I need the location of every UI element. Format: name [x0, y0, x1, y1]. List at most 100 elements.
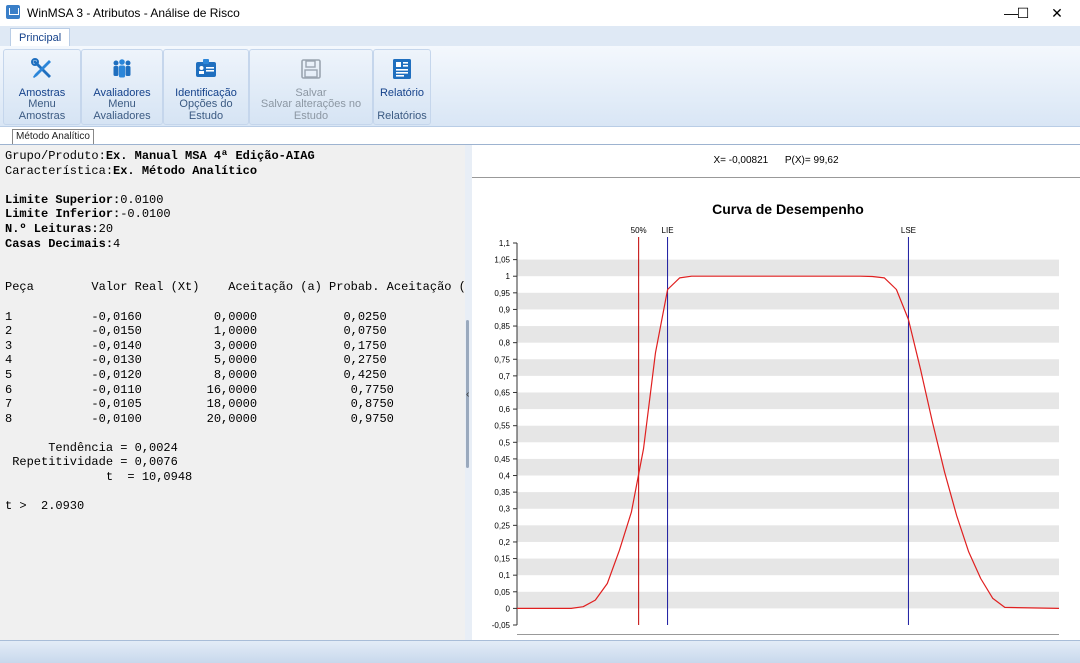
y-tick-label: 1,1	[499, 239, 511, 248]
limite-inferior-value: -0.0100	[120, 207, 171, 222]
casas-decimais-label: Casas Decimais:	[5, 236, 114, 251]
t-critical-line: t > 2.0930	[5, 499, 85, 514]
y-tick-label: 1,05	[494, 256, 510, 265]
y-tick-label: 0,15	[494, 555, 510, 564]
chart-pane: X= -0,00821 P(X)= 99,62 Curva de Desempe…	[472, 145, 1080, 640]
grid-band	[517, 525, 1059, 542]
y-tick-label: 0,75	[494, 355, 510, 364]
grid-band	[517, 458, 1059, 476]
grid-band	[517, 392, 1059, 410]
relatorio-label: Relatório	[379, 87, 425, 99]
ribbon-tabstrip: Principal	[0, 26, 1080, 47]
y-tick-label: 0,3	[499, 505, 511, 514]
limite-superior-label: Limite Superior:	[5, 192, 121, 207]
report-text: Grupo/Produto:Ex. Manual MSA 4ª Edição-A…	[5, 149, 502, 514]
group-label-salvar: Salvar alterações no Estudo	[260, 98, 362, 122]
collapse-arrow-icon[interactable]: ‹	[466, 389, 469, 400]
table-row: 4 -0,0130 5,0000 0,2750	[5, 353, 387, 368]
y-tick-label: 0,05	[494, 588, 510, 597]
tendencia-line: Tendência = 0,0024	[5, 440, 178, 455]
relatorio-button[interactable]: Relatório	[374, 52, 430, 102]
y-tick-label: 0,1	[499, 571, 511, 580]
table-row: 3 -0,0140 3,0000 0,1750	[5, 338, 387, 353]
reference-line-label: LIE	[662, 226, 674, 235]
grid-band	[517, 425, 1059, 443]
identificacao-button[interactable]: Identificação	[164, 52, 248, 102]
grid-band	[517, 591, 1059, 609]
tab-principal[interactable]: Principal	[10, 28, 71, 47]
tools-icon	[31, 58, 51, 78]
app-logo-icon	[6, 5, 20, 19]
group-label-avaliadores: Menu Avaliadores	[93, 98, 151, 122]
y-tick-label: 0,9	[499, 305, 511, 314]
leituras-value: 20	[98, 221, 114, 236]
report-icon	[393, 59, 411, 79]
y-tick-label: 0,45	[494, 455, 510, 464]
amostras-button[interactable]: Amostras	[4, 52, 80, 102]
group-salvar: Salvar Salvar alterações no Estudo	[249, 49, 373, 125]
cursor-readout: X= -0,00821 P(X)= 99,62	[472, 155, 1080, 166]
repetitividade-line: Repetitividade = 0,0076	[5, 455, 178, 470]
y-tick-label: 0,8	[499, 339, 511, 348]
readout-x: X= -0,00821	[713, 155, 769, 166]
casas-decimais-value: 4	[113, 236, 121, 251]
readout-p: P(X)= 99,62	[784, 155, 839, 166]
table-row: 1 -0,0160 0,0000 0,0250	[5, 309, 387, 324]
status-bar	[0, 640, 1080, 663]
avaliadores-button[interactable]: Avaliadores	[82, 52, 162, 102]
group-label-opcoes: Opções do Estudo	[179, 98, 233, 122]
y-tick-label: 0,6	[499, 405, 511, 414]
group-menu-amostras: Amostras Menu Amostras	[3, 49, 81, 125]
y-tick-label: 0,5	[499, 438, 511, 447]
window-title: WinMSA 3 - Atributos - Análise de Risco	[27, 6, 240, 20]
grid-band	[517, 259, 1059, 277]
salvar-button[interactable]: Salvar	[250, 52, 372, 102]
y-tick-label: 0	[506, 604, 511, 613]
table-row: 6 -0,0110 16,0000 0,7750	[5, 382, 394, 397]
y-tick-label: 0,65	[494, 388, 510, 397]
limite-inferior-label: Limite Inferior:	[5, 207, 121, 222]
table-row: 5 -0,0120 8,0000 0,4250	[5, 367, 387, 382]
y-tick-label: 0,7	[499, 372, 511, 381]
table-row: 7 -0,0105 18,0000 0,8750	[5, 397, 394, 412]
close-button[interactable]: ✕	[1034, 0, 1080, 26]
tab-metodo-analitico[interactable]: Método Analítico	[12, 129, 94, 144]
t-statistic-line: t = 10,0948	[5, 470, 193, 485]
caracteristica-value: Ex. Método Analítico	[113, 163, 258, 178]
divider	[472, 177, 1080, 178]
group-menu-avaliadores: Avaliadores Menu Avaliadores	[81, 49, 163, 125]
y-tick-label: 0,25	[494, 521, 510, 530]
reference-line-label: 50%	[631, 226, 647, 235]
grid-band	[517, 292, 1059, 310]
table-header: Peça Valor Real (Xt) Aceitação (a) Proba…	[5, 280, 502, 295]
leituras-label: N.º Leituras:	[5, 221, 99, 236]
document-tab-bar: Método Analítico	[0, 127, 1080, 145]
grid-band	[517, 326, 1059, 343]
group-opcoes-estudo: Identificação Opções do Estudo	[163, 49, 249, 125]
people-icon	[113, 59, 131, 78]
title-bar: WinMSA 3 - Atributos - Análise de Risco …	[0, 0, 1080, 26]
y-tick-label: 0,35	[494, 488, 510, 497]
pane-splitter[interactable]: ‹	[465, 145, 472, 640]
y-tick-label: 0,85	[494, 322, 510, 331]
grupo-value: Ex. Manual MSA 4ª Edição-AIAG	[105, 149, 315, 163]
performance-curve-chart[interactable]: Curva de Desempenho 1,1 1,05 1 0,95 0,9 0,85 0,…	[472, 185, 1080, 635]
y-tick-label: 1	[506, 272, 511, 281]
report-pane: Grupo/Produto:Ex. Manual MSA 4ª Edição-A…	[0, 145, 502, 640]
limite-superior-value: 0.0100	[120, 192, 164, 207]
group-label-relatorios: Relatórios	[377, 110, 427, 122]
y-tick-label: 0,55	[494, 422, 510, 431]
save-icon	[301, 59, 321, 79]
ribbon: Amostras Menu Amostras Avaliadores Menu …	[0, 46, 1080, 127]
id-card-icon	[196, 59, 216, 77]
group-label-amostras: Menu Amostras	[18, 98, 66, 122]
table-row: 2 -0,0150 1,0000 0,0750	[5, 324, 387, 339]
grid-band	[517, 359, 1059, 376]
y-tick-label: 0,95	[494, 289, 510, 298]
chart-title: Curva de Desempenho	[712, 201, 864, 217]
table-row: 8 -0,0100 20,0000 0,9750	[5, 411, 394, 426]
caracteristica-label: Característica:	[5, 163, 114, 178]
grupo-label: Grupo/Produto:	[5, 149, 106, 163]
y-tick-label: 0,4	[499, 472, 511, 481]
y-tick-label: -0,05	[492, 621, 511, 630]
